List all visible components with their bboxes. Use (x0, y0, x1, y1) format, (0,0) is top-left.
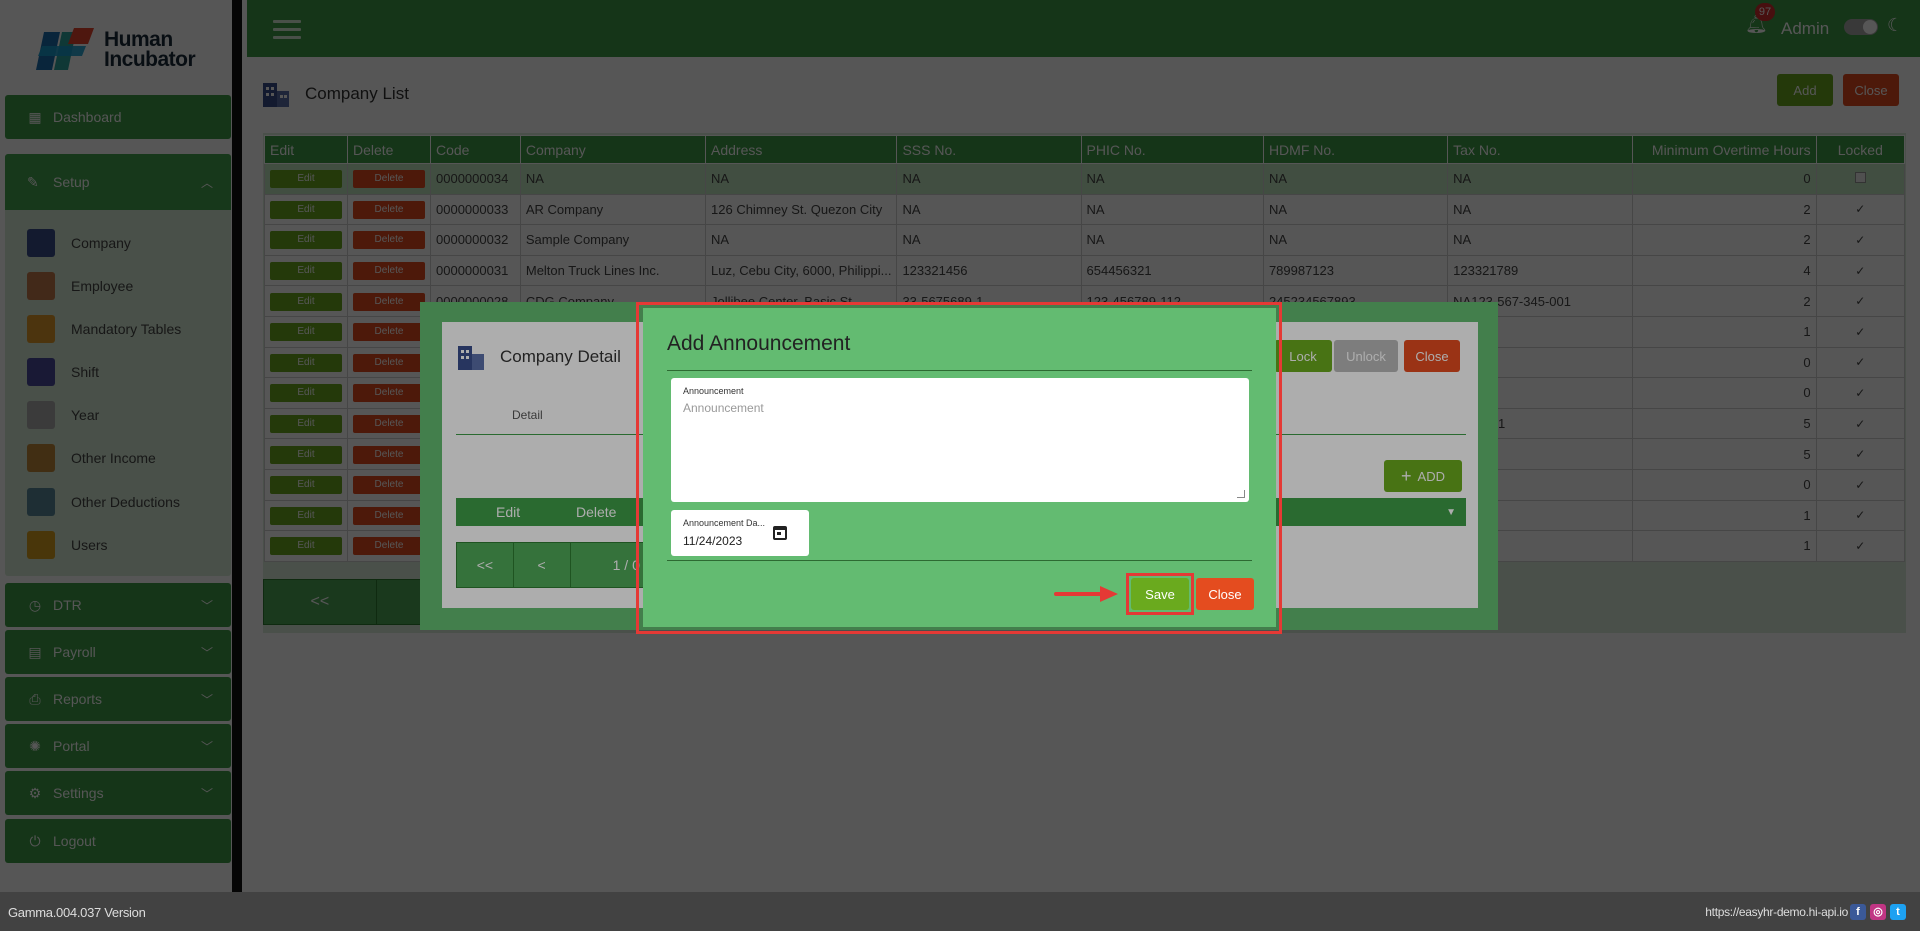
dialog-divider-top (667, 370, 1252, 371)
dialog-title: Add Announcement (667, 332, 851, 355)
announcement-placeholder: Announcement (683, 401, 764, 415)
announcement-textarea[interactable]: Announcement Announcement (671, 378, 1249, 502)
twitter-icon[interactable]: t (1890, 904, 1906, 920)
save-button[interactable]: Save (1131, 578, 1189, 610)
calendar-icon[interactable] (773, 526, 787, 540)
footer-url[interactable]: https://easyhr-demo.hi-api.io (1705, 905, 1848, 919)
footer: Gamma.004.037 Version https://easyhr-dem… (0, 892, 1920, 931)
pointer-arrow-icon (1054, 586, 1118, 602)
resize-handle-icon[interactable] (1237, 490, 1245, 498)
announcement-date-field[interactable]: Announcement Da... 11/24/2023 (671, 510, 809, 556)
version-text: Gamma.004.037 Version (8, 905, 146, 920)
dialog-close-button[interactable]: Close (1196, 578, 1254, 610)
instagram-icon[interactable]: ◎ (1870, 904, 1886, 920)
announcement-date-value: 11/24/2023 (683, 534, 743, 548)
announcement-label: Announcement (683, 386, 744, 396)
dialog-divider-bottom (667, 560, 1252, 561)
announcement-date-label: Announcement Da... (683, 518, 766, 528)
facebook-icon[interactable]: f (1850, 904, 1866, 920)
